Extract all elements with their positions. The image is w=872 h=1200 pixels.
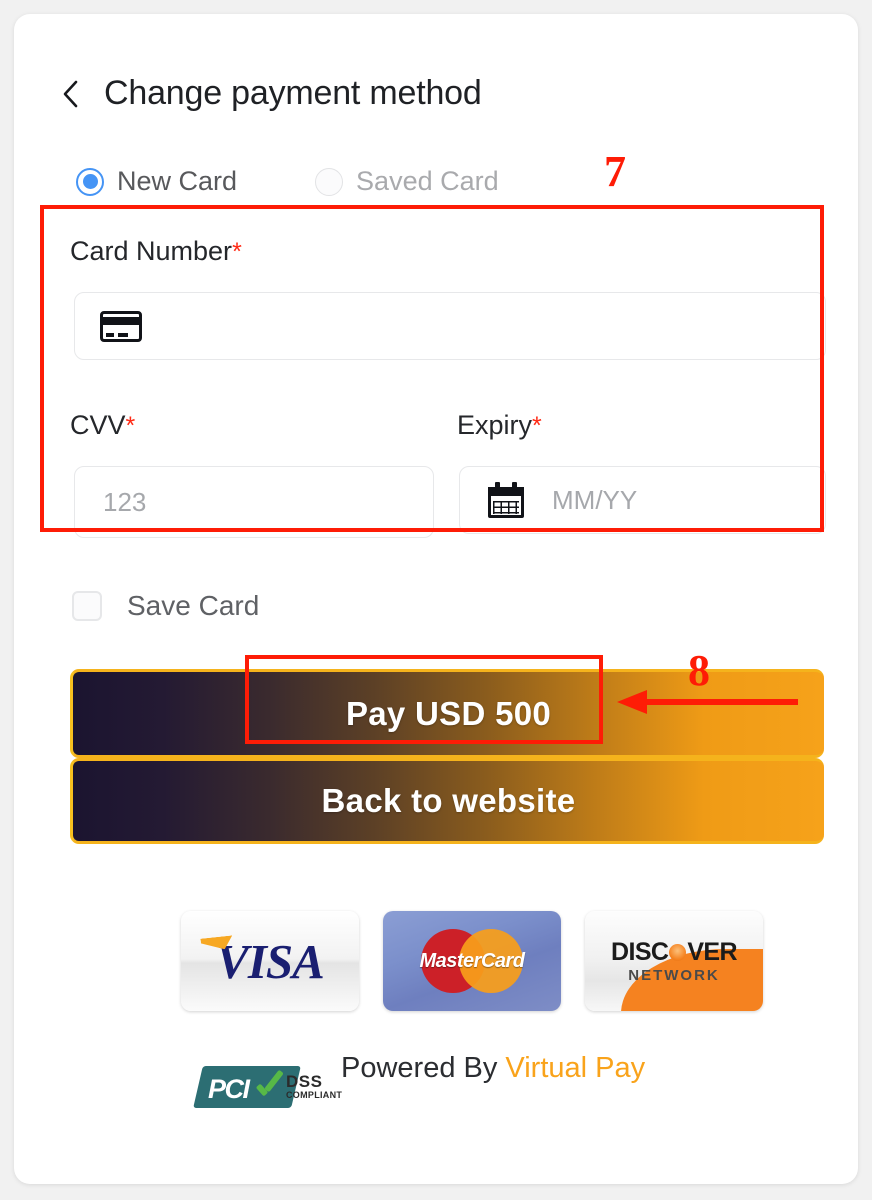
card-number-input[interactable] (74, 292, 826, 360)
cvv-input[interactable]: 123 (74, 466, 434, 538)
expiry-placeholder: MM/YY (552, 484, 638, 515)
pci-dss-compliant-badge: PCI DSS COMPLIANT (193, 1058, 342, 1110)
chevron-left-icon[interactable] (60, 77, 82, 111)
save-card-checkbox-row[interactable]: Save Card (72, 590, 259, 622)
pay-button[interactable]: Pay USD 500 (70, 669, 824, 758)
expiry-required-mark: * (532, 412, 542, 440)
back-to-website-button[interactable]: Back to website (70, 758, 824, 844)
discover-logo: DISC VER NETWORK (585, 911, 763, 1011)
radio-option-saved-card[interactable]: Saved Card (315, 166, 499, 197)
card-number-label: Card Number* (70, 236, 242, 266)
discover-o-dot-icon (669, 944, 687, 961)
visa-logo-text: VISA (216, 933, 325, 989)
save-card-label: Save Card (127, 590, 260, 621)
mastercard-logo: MasterCard (383, 911, 561, 1011)
card-number-required-mark: * (232, 238, 242, 266)
discover-network-text: NETWORK (628, 967, 720, 984)
save-card-checkbox[interactable] (72, 591, 102, 621)
mastercard-logo-text: MasterCard (419, 950, 525, 972)
credit-card-icon (100, 310, 142, 342)
visa-logo: VISA (181, 911, 359, 1011)
check-icon (254, 1070, 284, 1104)
radio-new-card-indicator[interactable] (76, 167, 104, 196)
pci-badge-text: PCI (208, 1074, 250, 1104)
pci-dss-text: DSS (286, 1072, 323, 1091)
payment-type-selector: New Card Saved Card (76, 166, 499, 197)
pci-compliant-text: COMPLIANT (286, 1090, 343, 1100)
virtual-pay-brand: Virtual Pay (505, 1052, 646, 1084)
payment-card-panel: Change payment method New Card Saved Car… (14, 14, 858, 1184)
radio-saved-card-indicator[interactable] (315, 167, 344, 196)
discover-logo-text: DISC VER (611, 938, 738, 966)
radio-new-card-label: New Card (117, 166, 238, 196)
cvv-label: CVV* (70, 410, 136, 440)
radio-option-new-card[interactable]: New Card (76, 166, 237, 197)
back-to-website-label: Back to website (321, 782, 576, 819)
powered-by-text: Powered By Virtual Pay (341, 1052, 646, 1084)
cvv-placeholder: 123 (103, 486, 147, 517)
page-header: Change payment method (60, 74, 482, 113)
expiry-input[interactable]: MM/YY (459, 466, 826, 534)
pay-button-label: Pay USD 500 (345, 694, 552, 732)
radio-saved-card-label: Saved Card (356, 166, 499, 196)
accepted-card-brands: VISA MasterCard DISC VER NETWORK (181, 911, 763, 1011)
page-title: Change payment method (104, 74, 482, 112)
cvv-required-mark: * (125, 412, 136, 440)
payment-page: Change payment method New Card Saved Car… (0, 0, 872, 1200)
expiry-label: Expiry* (457, 410, 542, 440)
calendar-icon (488, 482, 524, 518)
